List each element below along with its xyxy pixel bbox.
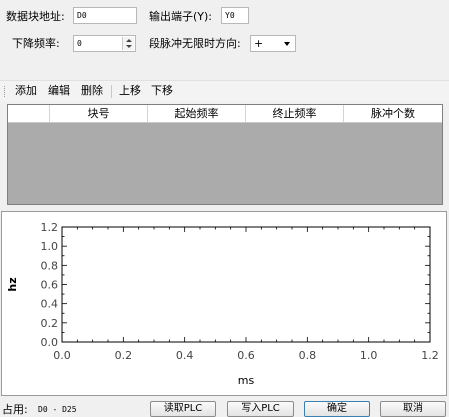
y-tick-label: 0.4 (41, 298, 59, 311)
usage-value: D0 - D25 (38, 405, 77, 414)
write-plc-button[interactable]: 写入PLC (227, 401, 294, 417)
toolbar-grip-icon (4, 86, 7, 97)
direction-value: + (254, 37, 264, 50)
ok-button[interactable]: 确定 (304, 401, 370, 417)
spin-up-icon[interactable] (126, 39, 132, 42)
y-tick-label: 0.6 (41, 279, 59, 292)
cancel-button[interactable]: 取消 (380, 401, 446, 417)
edit-button[interactable]: 编辑 (48, 84, 70, 98)
read-plc-button[interactable]: 读取PLC (150, 401, 216, 417)
y-tick-label: 0.0 (41, 336, 59, 349)
table-header: 块号 起始频率 终止频率 脉冲个数 (8, 105, 442, 123)
x-tick-label: 0.2 (115, 349, 133, 362)
spin-buttons[interactable] (122, 37, 134, 50)
y-tick-label: 1.2 (41, 221, 59, 234)
x-tick-label: 1.0 (360, 349, 378, 362)
add-button[interactable]: 添加 (15, 84, 37, 98)
output-port-label: 输出端子(Y): (149, 10, 213, 23)
decel-frequency-label: 下降频率: (12, 37, 60, 50)
y-axis-label: hz (6, 277, 19, 291)
toolbar-divider (111, 85, 112, 98)
x-tick-label: 0.4 (176, 349, 194, 362)
block-address-input[interactable]: D0 (73, 7, 137, 24)
x-axis-label: ms (238, 374, 255, 387)
column-header-end-frequency[interactable]: 终止频率 (246, 105, 344, 122)
y-tick-label: 0.8 (41, 259, 59, 272)
chevron-down-icon (284, 42, 290, 46)
row-header-corner (8, 105, 50, 122)
delete-button[interactable]: 删除 (81, 84, 103, 98)
frequency-chart: 0.0 0.2 0.4 0.6 0.8 1.0 1.2 0.0 0.2 0.4 0.6 0.8 1.0 1… (1, 211, 447, 396)
y-tick-label: 0.2 (41, 317, 59, 330)
output-port-input[interactable]: Y0 (221, 7, 249, 24)
decel-frequency-value: 0 (77, 39, 82, 48)
block-address-label: 数据块地址: (6, 10, 65, 23)
column-header-pulse-count[interactable]: 脉冲个数 (344, 105, 442, 122)
direction-select[interactable]: + (250, 35, 296, 52)
x-tick-label: 0.6 (237, 349, 255, 362)
decel-frequency-stepper[interactable]: 0 (73, 35, 136, 52)
move-down-button[interactable]: 下移 (151, 84, 173, 98)
column-header-block-no[interactable]: 块号 (50, 105, 148, 122)
spin-down-icon[interactable] (126, 45, 132, 48)
x-tick-label: 1.2 (421, 349, 439, 362)
plot-frame (61, 226, 431, 343)
move-up-button[interactable]: 上移 (119, 84, 141, 98)
segment-table[interactable]: 块号 起始频率 终止频率 脉冲个数 (7, 104, 443, 205)
x-tick-label: 0.0 (53, 349, 71, 362)
x-tick-label: 0.8 (299, 349, 317, 362)
chart-svg: 0.0 0.2 0.4 0.6 0.8 1.0 1.2 0.0 0.2 0.4 0.6 0.8 1.0 1… (6, 221, 439, 387)
y-tick-label: 1.0 (41, 240, 59, 253)
segment-toolbar: 添加 编辑 删除 上移 下移 (0, 80, 449, 102)
direction-label: 段脉冲无限时方向: (149, 37, 241, 50)
column-header-start-frequency[interactable]: 起始频率 (148, 105, 246, 122)
usage-label: 占用: (2, 403, 28, 416)
